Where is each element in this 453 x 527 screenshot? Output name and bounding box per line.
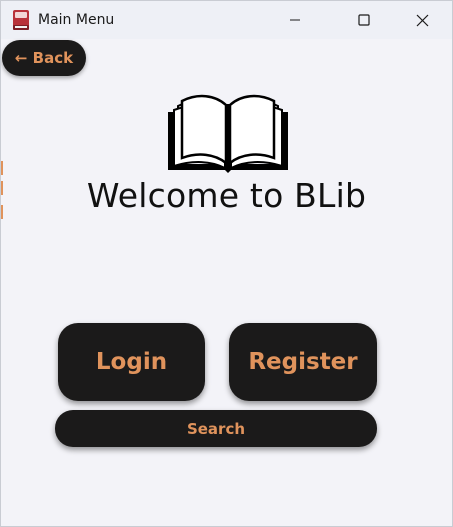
register-button-label: Register bbox=[248, 349, 358, 375]
register-button[interactable]: Register bbox=[229, 323, 377, 401]
back-button[interactable]: ← Back bbox=[2, 40, 86, 76]
edge-accent bbox=[1, 205, 3, 219]
login-button-label: Login bbox=[95, 349, 168, 375]
search-button-label: Search bbox=[186, 419, 246, 438]
minimize-button[interactable] bbox=[272, 1, 318, 39]
login-button[interactable]: Login bbox=[58, 323, 205, 401]
welcome-heading: Welcome to BLib bbox=[86, 176, 367, 215]
search-button[interactable]: Search bbox=[55, 410, 377, 447]
main-menu-window: Main Menu ← Back Welcome to BLib Login R… bbox=[0, 0, 453, 527]
maximize-button[interactable] bbox=[341, 1, 387, 39]
minimize-icon bbox=[290, 19, 300, 21]
edge-accent bbox=[1, 181, 3, 195]
maximize-icon bbox=[358, 14, 370, 26]
red-book-icon bbox=[13, 10, 29, 30]
title-bar[interactable]: Main Menu bbox=[1, 1, 452, 39]
close-button[interactable] bbox=[399, 1, 445, 39]
close-icon bbox=[416, 14, 428, 26]
window-title: Main Menu bbox=[38, 12, 115, 28]
edge-accent bbox=[1, 161, 3, 175]
back-button-label: ← Back bbox=[14, 49, 74, 67]
open-book-icon bbox=[168, 94, 288, 173]
